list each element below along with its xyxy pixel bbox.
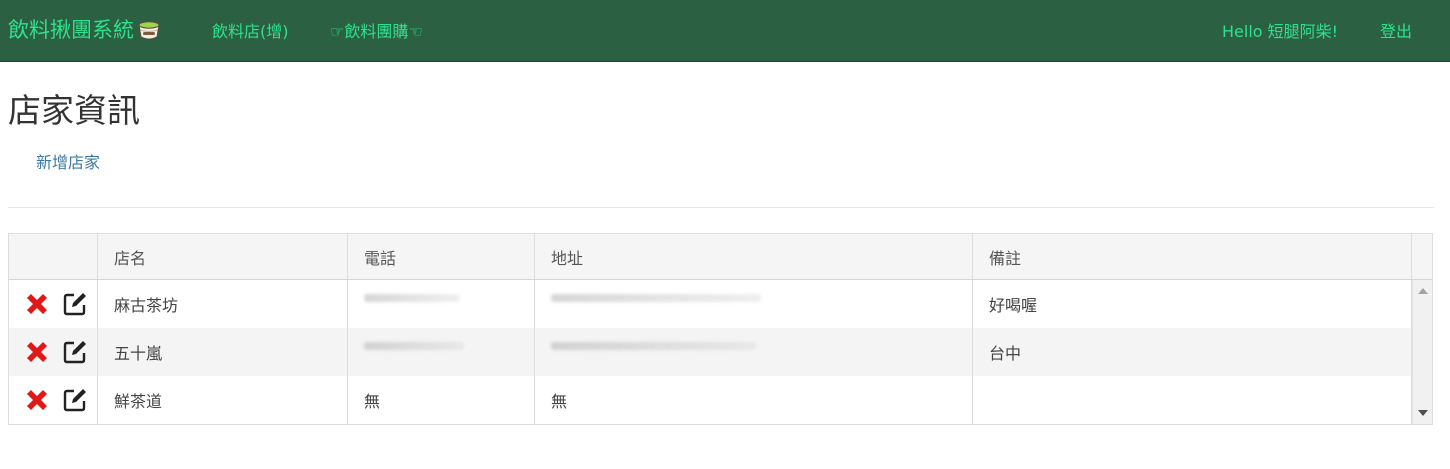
header-actions	[9, 234, 98, 279]
grid-scrollbar[interactable]	[1412, 280, 1432, 424]
user-greeting-link[interactable]: Hello 短腿阿柴!	[1222, 18, 1338, 42]
divider	[8, 207, 1434, 208]
delete-icon[interactable]	[23, 290, 51, 318]
redacted-address	[551, 294, 761, 302]
cell-note: 好喝喔	[973, 280, 1412, 328]
brand-link[interactable]: 飲料揪團系統	[8, 14, 162, 44]
row-actions	[9, 280, 98, 328]
cell-note: 台中	[973, 328, 1412, 376]
scroll-up-arrow-icon[interactable]	[1418, 288, 1428, 294]
cell-note	[973, 376, 1412, 424]
bubble-tea-cup-icon	[136, 16, 162, 42]
nav-group-order-link[interactable]: ☞飲料團購☜	[330, 18, 423, 42]
cell-phone	[348, 328, 535, 376]
edit-icon[interactable]	[61, 338, 89, 366]
cell-address	[535, 280, 973, 328]
header-name[interactable]: 店名	[98, 234, 348, 279]
logout-link[interactable]: 登出	[1380, 18, 1412, 42]
header-scroll-spacer	[1412, 234, 1432, 279]
header-note[interactable]: 備註	[973, 234, 1412, 279]
row-actions	[9, 376, 98, 424]
page-title: 店家資訊	[8, 91, 140, 130]
header-phone[interactable]: 電話	[348, 234, 535, 279]
cell-phone	[348, 280, 535, 328]
nav-shop-link[interactable]: 飲料店(增)	[212, 18, 289, 42]
redacted-phone	[364, 294, 460, 302]
cell-name: 鮮茶道	[98, 376, 348, 424]
delete-icon[interactable]	[23, 338, 51, 366]
delete-icon[interactable]	[23, 386, 51, 414]
cell-phone: 無	[348, 376, 535, 424]
table-row[interactable]: 鮮茶道 無 無	[9, 376, 1412, 424]
redacted-phone	[364, 342, 464, 350]
header-address[interactable]: 地址	[535, 234, 973, 279]
cell-name: 麻古茶坊	[98, 280, 348, 328]
redacted-address	[551, 342, 756, 350]
add-store-link[interactable]: 新增店家	[36, 149, 100, 173]
cell-address: 無	[535, 376, 973, 424]
brand-title: 飲料揪團系統	[8, 18, 134, 42]
edit-icon[interactable]	[61, 386, 89, 414]
grid-header: 店名 電話 地址 備註	[9, 234, 1432, 280]
cell-name: 五十嵐	[98, 328, 348, 376]
store-grid: 店名 電話 地址 備註 麻古茶坊 好喝喔 五十嵐 台中 鮮茶道 無 無	[8, 233, 1433, 425]
table-row[interactable]: 麻古茶坊 好喝喔	[9, 280, 1412, 328]
edit-icon[interactable]	[61, 290, 89, 318]
navbar: 飲料揪團系統 飲料店(增) ☞飲料團購☜ Hello 短腿阿柴! 登出	[0, 0, 1450, 62]
scroll-down-arrow-icon[interactable]	[1418, 410, 1428, 416]
cell-address	[535, 328, 973, 376]
table-row[interactable]: 五十嵐 台中	[9, 328, 1412, 376]
row-actions	[9, 328, 98, 376]
